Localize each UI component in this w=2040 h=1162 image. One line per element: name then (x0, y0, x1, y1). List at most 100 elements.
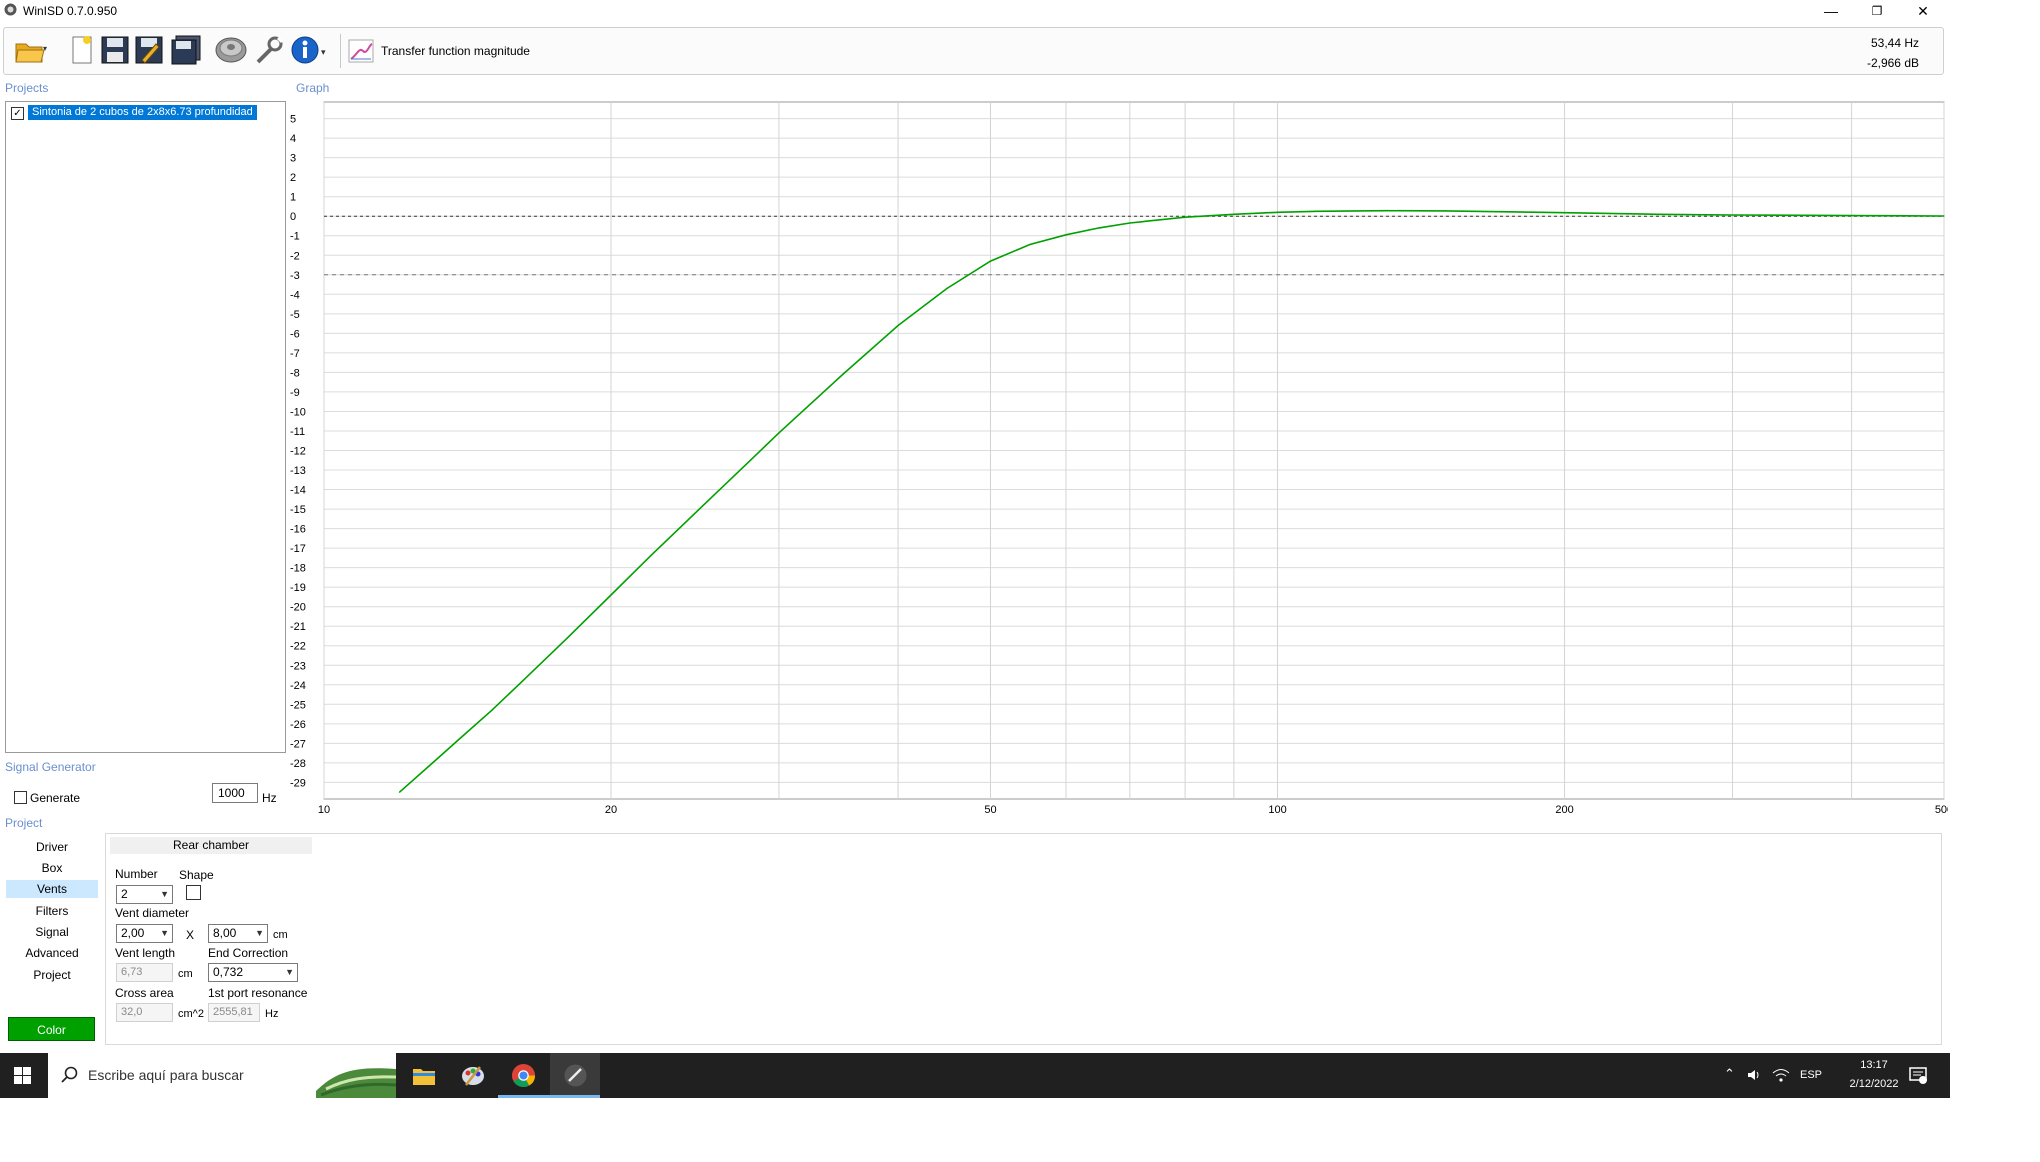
response-point (1065, 234, 1067, 236)
port-resonance-unit: Hz (265, 1008, 279, 1020)
vent-diameter-label: Vent diameter (115, 906, 190, 920)
nav-signal[interactable]: Signal (6, 923, 98, 941)
winisd-app-icon (4, 3, 17, 16)
y-tick-label: -23 (290, 660, 306, 672)
chevron-up-icon[interactable]: ⌃ (1724, 1066, 1735, 1082)
paint-app-icon[interactable] (460, 1063, 486, 1089)
generator-frequency-input[interactable]: 1000 (212, 783, 258, 803)
nav-filters[interactable]: Filters (6, 902, 98, 920)
info-icon[interactable]: ▾ (290, 34, 330, 66)
search-highlight-landscape-icon (316, 1068, 396, 1098)
winisd-taskbar-button[interactable] (550, 1053, 600, 1098)
response-point (610, 594, 612, 596)
y-tick-label: -22 (290, 641, 306, 653)
y-tick-label: -21 (290, 621, 306, 633)
search-icon (61, 1066, 78, 1083)
response-point (1851, 215, 1853, 217)
y-tick-label: -19 (290, 582, 306, 594)
y-tick-label: -27 (290, 738, 306, 750)
chevron-down-icon: ▼ (255, 928, 264, 938)
project-name[interactable]: Sintonia de 2 cubos de 2x8x6.73 profundi… (28, 105, 257, 120)
vent-number-value: 2 (121, 887, 128, 901)
y-tick-label: -20 (290, 602, 306, 614)
clock-time[interactable]: 13:17 (1845, 1059, 1903, 1071)
chrome-icon[interactable] (511, 1063, 536, 1088)
vent-number-select[interactable]: 2 ▼ (116, 885, 173, 904)
file-explorer-icon[interactable] (412, 1065, 436, 1087)
graph-type-label[interactable]: Transfer function magnitude (381, 44, 530, 58)
nav-driver[interactable]: Driver (6, 838, 98, 856)
response-point (1444, 210, 1446, 212)
vent-diameter2-select[interactable]: 8,00 ▼ (208, 924, 268, 943)
y-tick-label: -29 (290, 777, 306, 789)
y-tick-label: -28 (290, 758, 306, 770)
port-resonance-label: 1st port resonance (208, 986, 308, 1000)
open-folder-icon[interactable]: ▾ (14, 34, 48, 66)
end-correction-select[interactable]: 0,732 ▼ (208, 963, 298, 982)
save-all-icon[interactable] (170, 34, 204, 66)
close-button[interactable]: ✕ (1900, 0, 1946, 22)
taskbar-search-box[interactable]: Escribe aquí para buscar (48, 1053, 396, 1098)
x-tick-label: 500 (1935, 804, 1948, 816)
vent-length-field[interactable]: 6,73 (116, 963, 173, 982)
response-point (989, 260, 992, 262)
generate-label: Generate (30, 791, 81, 805)
notifications-icon[interactable] (1908, 1065, 1928, 1085)
minimize-button[interactable]: — (1808, 0, 1854, 22)
response-point (649, 555, 652, 557)
response-point (946, 287, 948, 290)
response-point (432, 762, 434, 764)
response-point (1029, 243, 1031, 246)
response-point (462, 734, 464, 737)
graph-type-icon[interactable] (346, 34, 376, 66)
cross-area-field[interactable]: 32,0 (116, 1003, 173, 1022)
chrome-active-indicator (498, 1095, 550, 1098)
language-indicator[interactable]: ESP (1800, 1069, 1822, 1081)
nav-box[interactable]: Box (6, 859, 98, 877)
save-as-icon[interactable] (134, 34, 164, 66)
restore-button[interactable]: ❐ (1854, 0, 1900, 22)
port-resonance-field[interactable]: 2555,81 (208, 1003, 260, 1022)
windows-start-icon[interactable] (14, 1067, 31, 1084)
y-tick-label: -13 (290, 465, 306, 477)
nav-project[interactable]: Project (6, 966, 98, 984)
y-tick-label: -6 (290, 328, 300, 340)
y-tick-label: -26 (290, 719, 306, 731)
cross-area-label: Cross area (115, 986, 174, 1000)
number-label: Number (115, 867, 158, 881)
x-tick-label: 20 (605, 804, 617, 816)
save-icon[interactable] (100, 34, 130, 66)
search-placeholder: Escribe aquí para buscar (88, 1067, 244, 1083)
vent-diameter-value: 2,00 (121, 926, 145, 940)
y-tick-label: -4 (290, 289, 300, 301)
dimension-separator: X (186, 928, 195, 942)
chevron-down-icon: ▼ (160, 928, 169, 938)
y-tick-label: -18 (290, 563, 306, 575)
volume-icon[interactable] (1746, 1067, 1762, 1083)
response-point (842, 373, 844, 375)
projects-list[interactable]: ✓ Sintonia de 2 cubos de 2x8x6.73 profun… (5, 101, 286, 753)
new-project-icon[interactable] (70, 34, 94, 66)
generate-checkbox[interactable] (14, 791, 27, 804)
response-point (1564, 212, 1566, 214)
transfer-function-graph[interactable]: 543210-1-2-3-4-5-6-7-8-9-10-11-12-13-14-… (288, 98, 1948, 818)
y-tick-label: -17 (290, 543, 306, 555)
response-point (1276, 211, 1279, 213)
driver-speaker-icon[interactable] (214, 34, 248, 66)
nav-vents[interactable]: Vents (6, 880, 98, 898)
generator-frequency-unit: Hz (262, 791, 277, 805)
project-visible-checkbox[interactable]: ✓ (11, 107, 24, 120)
tools-wrench-icon[interactable] (254, 34, 284, 66)
vent-diameter-select[interactable]: 2,00 ▼ (116, 924, 173, 943)
x-tick-label: 100 (1268, 804, 1286, 816)
response-point (1385, 210, 1387, 212)
color-button[interactable]: Color (8, 1017, 95, 1041)
shape-checkbox[interactable] (186, 885, 201, 900)
clock-date[interactable]: 2/12/2022 (1834, 1078, 1914, 1090)
nav-advanced[interactable]: Advanced (6, 944, 98, 962)
response-point (1731, 214, 1734, 216)
y-tick-label: -11 (290, 426, 305, 438)
taskbar: Escribe aquí para buscar ⌃ ESP 13:17 2/1… (0, 1053, 1950, 1098)
wifi-icon[interactable] (1772, 1067, 1790, 1083)
title-bar: WinISD 0.7.0.950 — ❐ ✕ (0, 0, 1950, 22)
